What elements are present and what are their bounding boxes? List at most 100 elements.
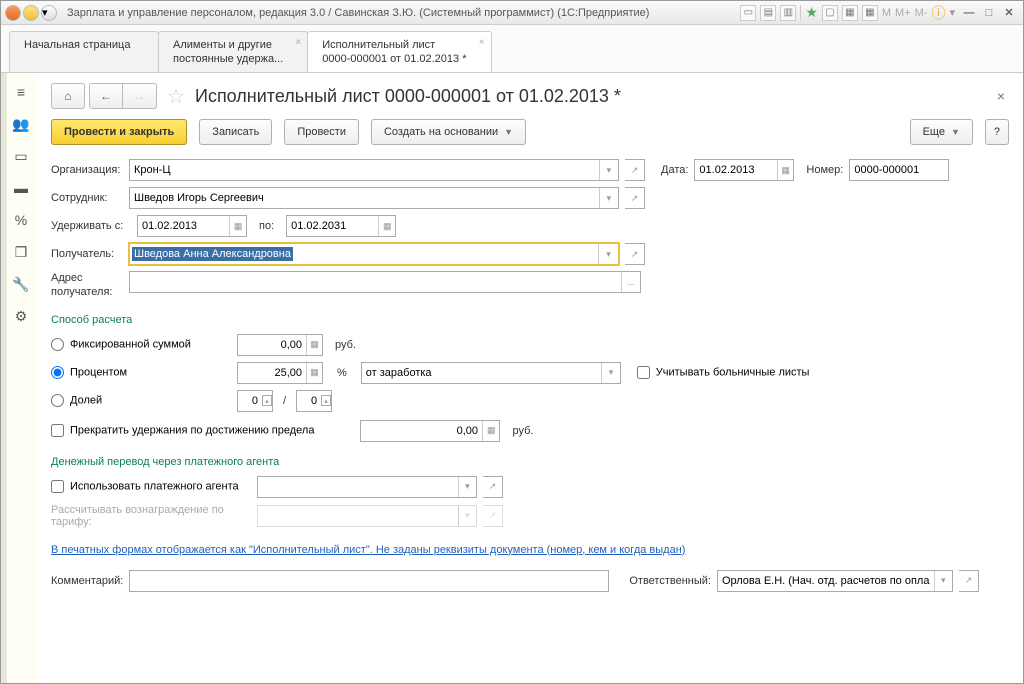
calc-method-header: Способ расчета <box>51 314 1009 326</box>
people-icon[interactable]: 👥 <box>12 115 30 133</box>
wallet-icon[interactable]: ▬ <box>12 179 30 197</box>
info-icon[interactable]: ⓘ <box>931 3 945 23</box>
mplus-icon[interactable]: M+ <box>895 7 911 19</box>
close-page-button[interactable]: × <box>993 84 1009 108</box>
open-org-button[interactable]: ↗ <box>625 159 645 181</box>
more-button[interactable]: Еще▼ <box>910 119 973 145</box>
agent-fee-label: Рассчитывать вознаграждение по тарифу: <box>51 504 251 528</box>
percent-icon[interactable]: % <box>12 211 30 229</box>
fixed-radio[interactable]: Фиксированной суммой <box>51 338 231 351</box>
dropdown-icon[interactable]: ▾ <box>934 571 952 591</box>
m-icon[interactable]: M <box>882 7 891 19</box>
menu-icon[interactable]: ≡ <box>12 83 30 101</box>
post-button[interactable]: Провести <box>284 119 359 145</box>
open-recipient-button[interactable]: ↗ <box>625 243 645 265</box>
dropdown-icon[interactable]: ▾ <box>599 160 618 180</box>
help-button[interactable]: ? <box>985 119 1009 145</box>
comment-input[interactable] <box>129 570 609 592</box>
employee-input[interactable]: ▾ <box>129 187 619 209</box>
home-button[interactable]: ⌂ <box>51 83 85 109</box>
recipient-label: Получатель: <box>51 248 123 260</box>
open-responsible-button[interactable]: ↗ <box>959 570 979 592</box>
favorite-icon[interactable]: ★ <box>805 4 818 21</box>
date-to-input[interactable]: ▦ <box>286 215 396 237</box>
date-from-input[interactable]: ▦ <box>137 215 247 237</box>
sidebar: ≡ 👥 ▭ ▬ % ❐ 🔧 ⚙ <box>5 73 37 683</box>
tab-home[interactable]: Начальная страница <box>9 31 159 72</box>
card-icon[interactable]: ▭ <box>12 147 30 165</box>
close-button[interactable]: ✕ <box>999 5 1019 21</box>
dropdown-icon[interactable]: ▾ <box>598 244 618 264</box>
organization-input[interactable]: ▾ <box>129 159 619 181</box>
calendar-icon[interactable]: ▦ <box>777 160 794 180</box>
forward-button[interactable]: → <box>123 83 157 109</box>
open-agent-button[interactable]: ↗ <box>483 476 503 498</box>
fixed-amount-input[interactable]: ▦ <box>237 334 323 356</box>
calendar-icon[interactable]: ▦ <box>378 216 395 236</box>
tab-execution-list[interactable]: Исполнительный лист 0000-000001 от 01.02… <box>307 31 491 72</box>
logo-icon <box>5 5 21 21</box>
close-icon[interactable]: × <box>479 36 485 49</box>
date-input[interactable]: ▦ <box>694 159 794 181</box>
limit-input[interactable]: ▦ <box>360 420 500 442</box>
titlebar: ▾ Зарплата и управление персоналом, реда… <box>1 1 1023 25</box>
page-title: Исполнительный лист 0000-000001 от 01.02… <box>195 86 621 107</box>
share-num-input[interactable]: ▴ <box>237 390 273 412</box>
stop-limit-checkbox[interactable]: Прекратить удержания по достижению преде… <box>51 424 314 437</box>
dropdown-icon[interactable]: ▾ <box>599 188 618 208</box>
write-button[interactable]: Записать <box>199 119 272 145</box>
recipient-addr-label: Адрес получателя: <box>51 271 123 300</box>
calc-icon[interactable]: ▦ <box>306 335 322 355</box>
use-agent-checkbox[interactable]: Использовать платежного агента <box>51 480 251 493</box>
responsible-label: Ответственный: <box>629 575 711 587</box>
open-fee-button: ↗ <box>483 505 503 527</box>
minimize-button[interactable]: — <box>959 5 979 21</box>
number-label: Номер: <box>806 164 843 176</box>
toolbar-icon-2[interactable]: ▤ <box>760 5 776 21</box>
calendar-icon[interactable]: ▦ <box>229 216 246 236</box>
percent-input[interactable]: ▦ <box>237 362 323 384</box>
create-from-button[interactable]: Создать на основании▼ <box>371 119 526 145</box>
gear-icon[interactable]: ⚙ <box>12 307 30 325</box>
copy-icon[interactable]: ❐ <box>12 243 30 261</box>
print-forms-link[interactable]: В печатных формах отображается как "Испо… <box>51 544 685 556</box>
app-icon <box>23 5 39 21</box>
recipient-input[interactable]: Шведова Анна Александровна ▾ <box>129 243 619 265</box>
number-input[interactable] <box>849 159 949 181</box>
star-button[interactable]: ☆ <box>163 83 189 109</box>
back-button[interactable]: ← <box>89 83 123 109</box>
close-icon[interactable]: × <box>295 36 301 49</box>
dropdown-icon: ▾ <box>458 506 476 526</box>
dropdown-icon[interactable]: ▾ <box>41 5 57 21</box>
toolbar-icon-4[interactable]: ▢ <box>822 5 838 21</box>
dropdown-icon[interactable]: ▾ <box>601 363 620 383</box>
include-sick-checkbox[interactable]: Учитывать больничные листы <box>637 366 810 379</box>
percent-base-select[interactable]: ▾ <box>361 362 621 384</box>
organization-label: Организация: <box>51 164 123 176</box>
responsible-input[interactable]: ▾ <box>717 570 953 592</box>
calc-icon[interactable]: ▦ <box>482 421 499 441</box>
calc-icon[interactable]: ▦ <box>306 363 322 383</box>
toolbar-icon-1[interactable]: ▭ <box>740 5 756 21</box>
share-den-input[interactable]: ▴ <box>296 390 332 412</box>
tabbar: Начальная страница Алименты и другие пос… <box>1 25 1023 73</box>
mminus-icon[interactable]: M- <box>915 7 928 19</box>
share-radio[interactable]: Долей <box>51 394 231 407</box>
cal-icon[interactable]: ▦ <box>862 5 878 21</box>
date-label: Дата: <box>661 164 688 176</box>
toolbar-icon-3[interactable]: ▥ <box>780 5 796 21</box>
comment-label: Комментарий: <box>51 575 123 587</box>
percent-radio[interactable]: Процентом <box>51 366 231 379</box>
dropdown-icon[interactable]: ▾ <box>458 477 476 497</box>
recipient-addr-input[interactable]: ... <box>129 271 641 293</box>
maximize-button[interactable]: □ <box>979 5 999 21</box>
open-employee-button[interactable]: ↗ <box>625 187 645 209</box>
wrench-icon[interactable]: 🔧 <box>12 275 30 293</box>
calc-icon[interactable]: ▦ <box>842 5 858 21</box>
to-label: по: <box>259 220 274 232</box>
window-title: Зарплата и управление персоналом, редакц… <box>67 7 649 19</box>
dots-icon[interactable]: ... <box>621 272 640 292</box>
post-and-close-button[interactable]: Провести и закрыть <box>51 119 187 145</box>
tab-alimony[interactable]: Алименты и другие постоянные удержа... × <box>158 31 308 72</box>
agent-select[interactable]: ▾ <box>257 476 477 498</box>
